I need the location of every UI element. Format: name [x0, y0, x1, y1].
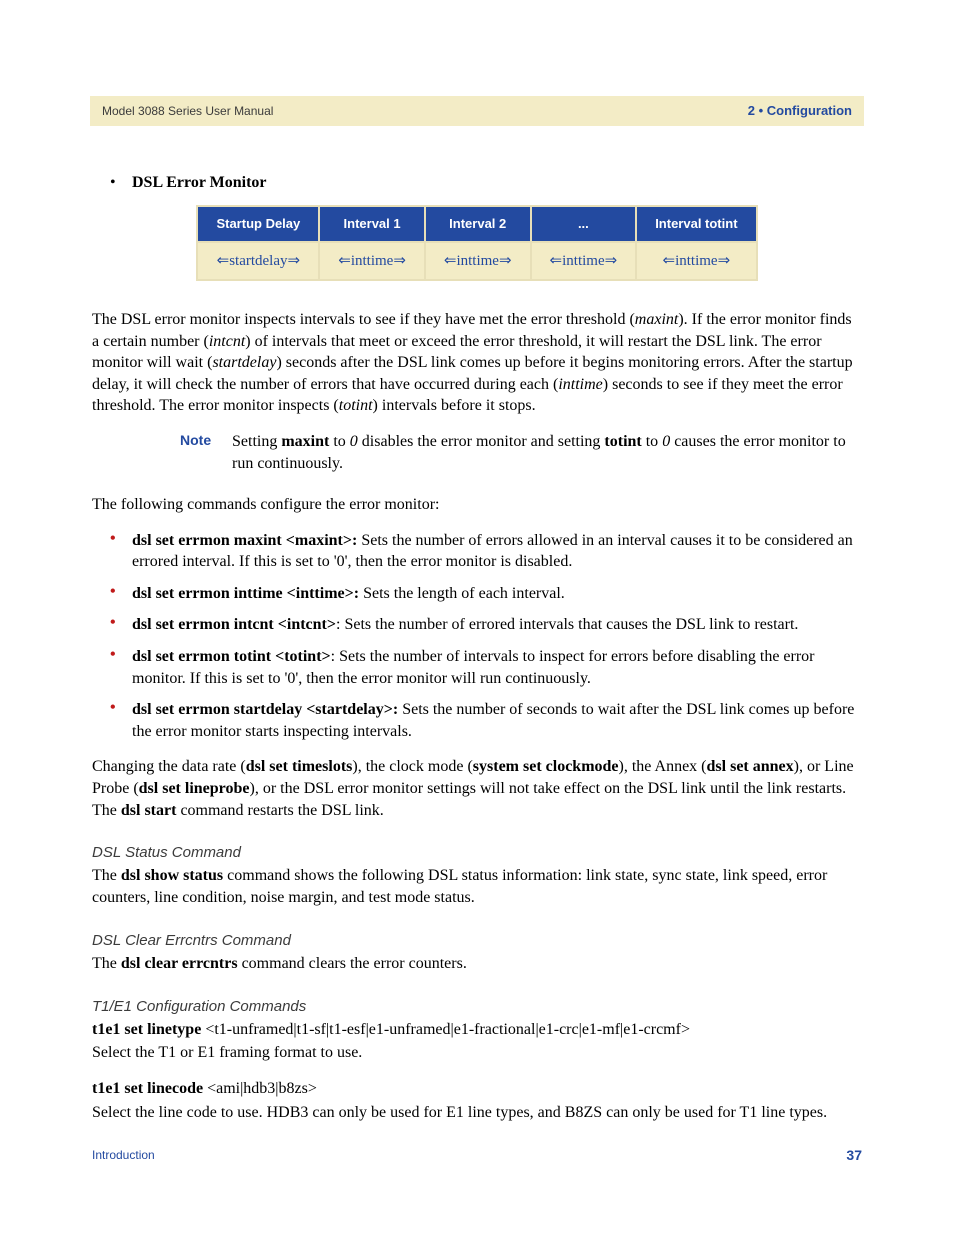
td-inttime-dots: ⇐inttime⇒	[531, 242, 637, 280]
list-item: • dsl set errmon startdelay <startdelay>…	[110, 699, 862, 742]
page-number: 37	[846, 1146, 862, 1165]
manual-title: Model 3088 Series User Manual	[102, 103, 273, 119]
bullet-icon: •	[110, 530, 132, 573]
list-item: • dsl set errmon intcnt <intcnt>: Sets t…	[110, 614, 862, 636]
t1e1-linecode-cmd: t1e1 set linecode <ami|hdb3|b8zs>	[92, 1078, 862, 1100]
t1e1-linetype-cmd: t1e1 set linetype <t1-unframed|t1-sf|t1-…	[92, 1019, 862, 1041]
bullet-icon: •	[110, 614, 132, 636]
t1e1-linecode-desc: Select the line code to use. HDB3 can on…	[92, 1102, 862, 1124]
paragraph-errmon-desc: The DSL error monitor inspects intervals…	[92, 309, 862, 417]
th-interval-totint: Interval totint	[636, 206, 756, 242]
bullet-icon: •	[110, 699, 132, 742]
bullet-icon: •	[110, 646, 132, 689]
table-row: ⇐startdelay⇒ ⇐inttime⇒ ⇐inttime⇒ ⇐inttim…	[197, 242, 756, 280]
td-inttime-2: ⇐inttime⇒	[425, 242, 531, 280]
td-inttime-tot: ⇐inttime⇒	[636, 242, 756, 280]
chapter-title: 2 • Configuration	[748, 102, 852, 120]
table-header-row: Startup Delay Interval 1 Interval 2 ... …	[197, 206, 756, 242]
intro-commands: The following commands configure the err…	[92, 494, 862, 516]
list-item: • dsl set errmon totint <totint>: Sets t…	[110, 646, 862, 689]
td-inttime-1: ⇐inttime⇒	[319, 242, 425, 280]
note-text: Setting maxint to 0 disables the error m…	[232, 431, 862, 474]
paragraph-dsl-clear: The dsl clear errcntrs command clears th…	[92, 953, 862, 975]
th-ellipsis: ...	[531, 206, 637, 242]
section-heading-label: DSL Error Monitor	[132, 172, 267, 194]
list-item: • dsl set errmon maxint <maxint>: Sets t…	[110, 530, 862, 573]
subheading-dsl-status: DSL Status Command	[92, 843, 862, 863]
command-list: • dsl set errmon maxint <maxint>: Sets t…	[92, 530, 862, 743]
page: Model 3088 Series User Manual 2 • Config…	[0, 0, 954, 1235]
t1e1-linetype-desc: Select the T1 or E1 framing format to us…	[92, 1042, 862, 1064]
subheading-t1e1: T1/E1 Configuration Commands	[92, 997, 862, 1017]
paragraph-change-note: Changing the data rate (dsl set timeslot…	[92, 756, 862, 821]
subheading-dsl-clear: DSL Clear Errcntrs Command	[92, 931, 862, 951]
paragraph-dsl-status: The dsl show status command shows the fo…	[92, 865, 862, 908]
th-startup-delay: Startup Delay	[197, 206, 319, 242]
bullet-icon: •	[110, 175, 132, 191]
list-item: • dsl set errmon inttime <inttime>: Sets…	[110, 583, 862, 605]
bullet-icon: •	[110, 583, 132, 605]
td-startdelay: ⇐startdelay⇒	[197, 242, 319, 280]
section-heading: • DSL Error Monitor	[110, 172, 862, 194]
page-header-banner: Model 3088 Series User Manual 2 • Config…	[90, 96, 864, 126]
th-interval-2: Interval 2	[425, 206, 531, 242]
th-interval-1: Interval 1	[319, 206, 425, 242]
error-monitor-table: Startup Delay Interval 1 Interval 2 ... …	[196, 205, 757, 281]
note-block: Note Setting maxint to 0 disables the er…	[180, 431, 862, 474]
note-label: Note	[180, 431, 232, 474]
page-footer: Introduction 37	[92, 1146, 862, 1165]
footer-section-label: Introduction	[92, 1147, 155, 1163]
